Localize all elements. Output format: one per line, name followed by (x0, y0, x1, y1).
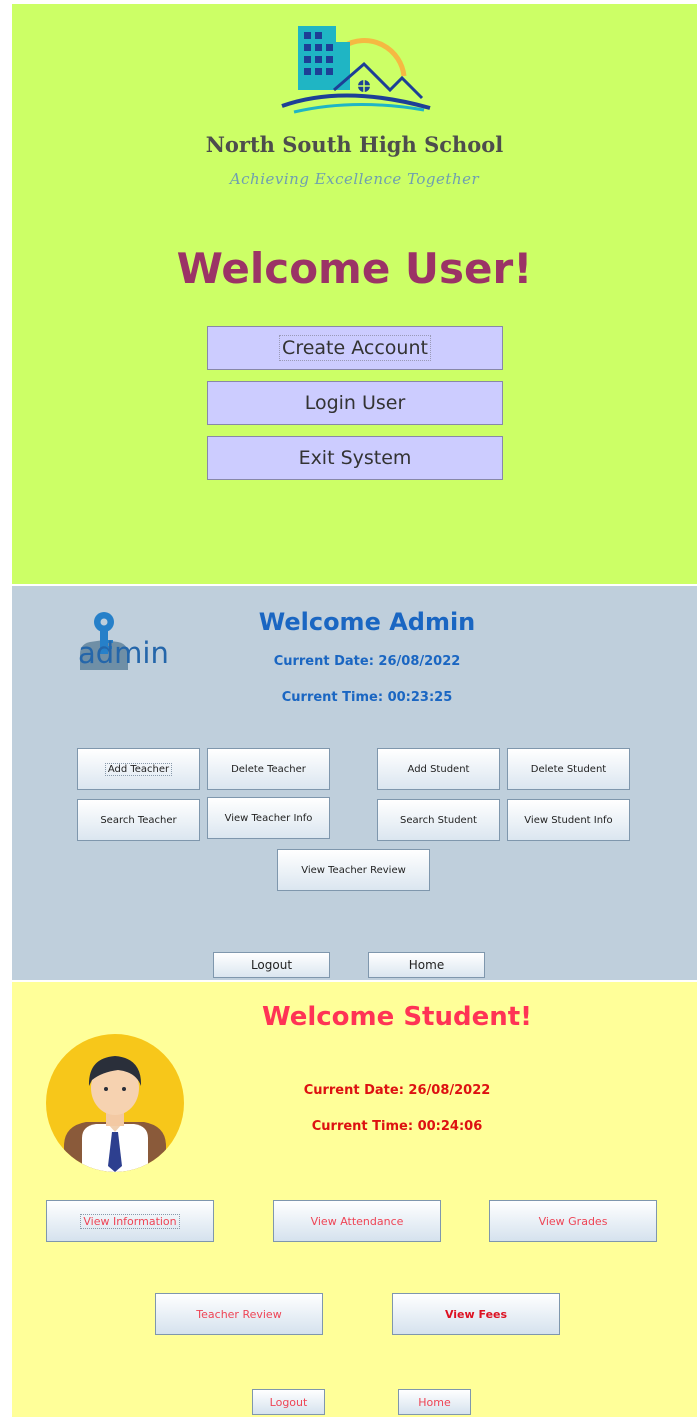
teacher-review-button[interactable]: Teacher Review (155, 1293, 323, 1335)
add-teacher-label: Add Teacher (104, 762, 173, 776)
view-teacher-info-button[interactable]: View Teacher Info (207, 797, 330, 839)
create-account-label: Create Account (279, 335, 431, 361)
view-fees-button[interactable]: View Fees (392, 1293, 560, 1335)
admin-panel: admin Welcome Admin Current Date: 26/08/… (12, 586, 697, 980)
student-avatar-icon (46, 1034, 184, 1172)
admin-logout-button[interactable]: Logout (213, 952, 330, 978)
view-attendance-button[interactable]: View Attendance (273, 1200, 441, 1242)
login-user-button[interactable]: Login User (207, 381, 503, 425)
view-grades-button[interactable]: View Grades (489, 1200, 657, 1242)
create-account-button[interactable]: Create Account (207, 326, 503, 370)
admin-icon-text: admin (78, 636, 169, 670)
admin-current-time: Current Time: 00:23:25 (281, 690, 453, 705)
school-building-logo-icon (281, 26, 431, 114)
student-current-time: Current Time: 00:24:06 (311, 1119, 483, 1134)
welcome-user-heading: Welcome User! (176, 244, 533, 293)
student-logout-button[interactable]: Logout (252, 1389, 325, 1415)
admin-home-button[interactable]: Home (368, 952, 485, 978)
school-motto: Achieving Excellence Together (229, 170, 480, 188)
delete-teacher-button[interactable]: Delete Teacher (207, 748, 330, 790)
welcome-admin-heading: Welcome Admin (258, 608, 476, 636)
delete-student-button[interactable]: Delete Student (507, 748, 630, 790)
welcome-user-panel: North South High School Achieving Excell… (12, 4, 697, 584)
view-information-label: View Information (80, 1213, 180, 1229)
view-teacher-review-button[interactable]: View Teacher Review (277, 849, 430, 891)
school-name: North South High School (205, 132, 504, 157)
exit-system-label: Exit System (298, 447, 412, 469)
search-student-button[interactable]: Search Student (377, 799, 500, 841)
exit-system-button[interactable]: Exit System (207, 436, 503, 480)
welcome-student-heading: Welcome Student! (261, 1002, 533, 1032)
view-information-button[interactable]: View Information (46, 1200, 214, 1242)
student-current-date: Current Date: 26/08/2022 (303, 1083, 491, 1098)
login-user-label: Login User (304, 392, 406, 414)
student-panel: Welcome Student! Current Date: 26/08/202… (12, 982, 697, 1417)
add-teacher-button[interactable]: Add Teacher (77, 748, 200, 790)
student-home-button[interactable]: Home (398, 1389, 471, 1415)
admin-current-date: Current Date: 26/08/2022 (273, 654, 461, 669)
add-student-button[interactable]: Add Student (377, 748, 500, 790)
view-student-info-button[interactable]: View Student Info (507, 799, 630, 841)
search-teacher-button[interactable]: Search Teacher (77, 799, 200, 841)
